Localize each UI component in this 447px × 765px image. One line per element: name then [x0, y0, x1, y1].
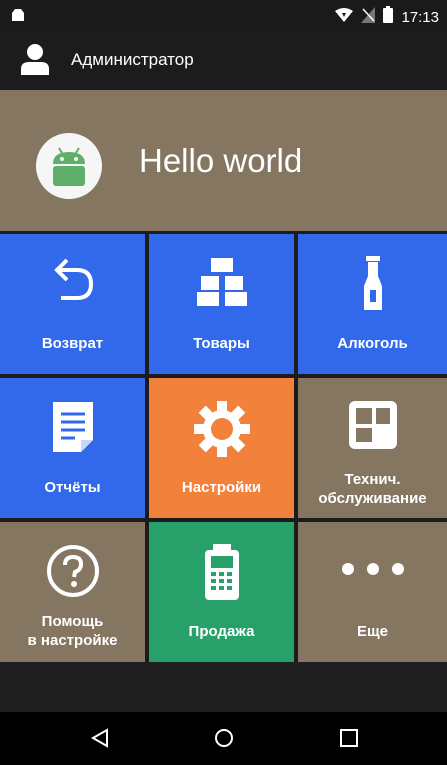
- gear-icon: [149, 400, 294, 458]
- pos-terminal-icon: [149, 544, 294, 600]
- back-icon[interactable]: [90, 728, 110, 753]
- tile-label: Товары: [193, 335, 250, 352]
- user-icon[interactable]: [21, 43, 49, 80]
- tile-label-line2: в настройке: [27, 632, 118, 649]
- wifi-icon: [335, 7, 354, 27]
- tile-settings[interactable]: Настройки: [149, 378, 294, 518]
- footer-strip: [0, 662, 447, 712]
- help-icon: [0, 544, 145, 598]
- tile-label-line2: обслуживание: [318, 490, 427, 507]
- tile-return[interactable]: Возврат: [0, 234, 145, 374]
- app-logo: [36, 133, 102, 199]
- tile-label: Настройки: [181, 479, 262, 496]
- tile-label: Помощь в настройке: [0, 612, 145, 650]
- tile-label: Продажа: [188, 623, 255, 640]
- tile-label: Еще: [356, 623, 388, 640]
- clock: 17:13: [401, 8, 439, 26]
- home-icon[interactable]: [214, 728, 234, 753]
- tile-setup-help[interactable]: Помощь в настройке: [0, 522, 145, 662]
- signal-off-icon: [361, 6, 376, 28]
- status-bar: 17:13: [0, 0, 447, 30]
- tile-label: Отчёты: [44, 479, 101, 496]
- tile-more[interactable]: Еще: [298, 522, 447, 662]
- tile-label-line1: Технич.: [344, 471, 401, 488]
- nav-bar: [0, 712, 447, 765]
- tile-label: Возврат: [41, 335, 104, 352]
- bottle-icon: [298, 256, 447, 312]
- more-dots-icon: [298, 562, 447, 576]
- battery-icon: [383, 6, 394, 28]
- tile-sale[interactable]: Продажа: [149, 522, 294, 662]
- document-icon: [0, 400, 145, 452]
- tile-reports[interactable]: Отчёты: [0, 378, 145, 518]
- android-icon: [53, 147, 85, 186]
- tile-maintenance[interactable]: Технич. обслуживание: [298, 378, 447, 518]
- hero-banner: Hello world: [0, 90, 447, 231]
- notification-icon: [10, 7, 26, 28]
- return-arrow-icon: [0, 256, 145, 308]
- tile-label: Технич. обслуживание: [298, 470, 447, 508]
- tile-label: Алкоголь: [337, 335, 408, 352]
- hero-title: Hello world: [139, 142, 303, 179]
- tile-alcohol[interactable]: Алкоголь: [298, 234, 447, 374]
- app-bar: Администратор: [0, 30, 447, 90]
- recents-icon[interactable]: [339, 728, 359, 753]
- user-name: Администратор: [71, 50, 194, 69]
- tile-goods[interactable]: Товары: [149, 234, 294, 374]
- boxes-icon: [149, 256, 294, 306]
- tile-label-line1: Помощь: [41, 613, 104, 630]
- grid-icon: [298, 400, 447, 450]
